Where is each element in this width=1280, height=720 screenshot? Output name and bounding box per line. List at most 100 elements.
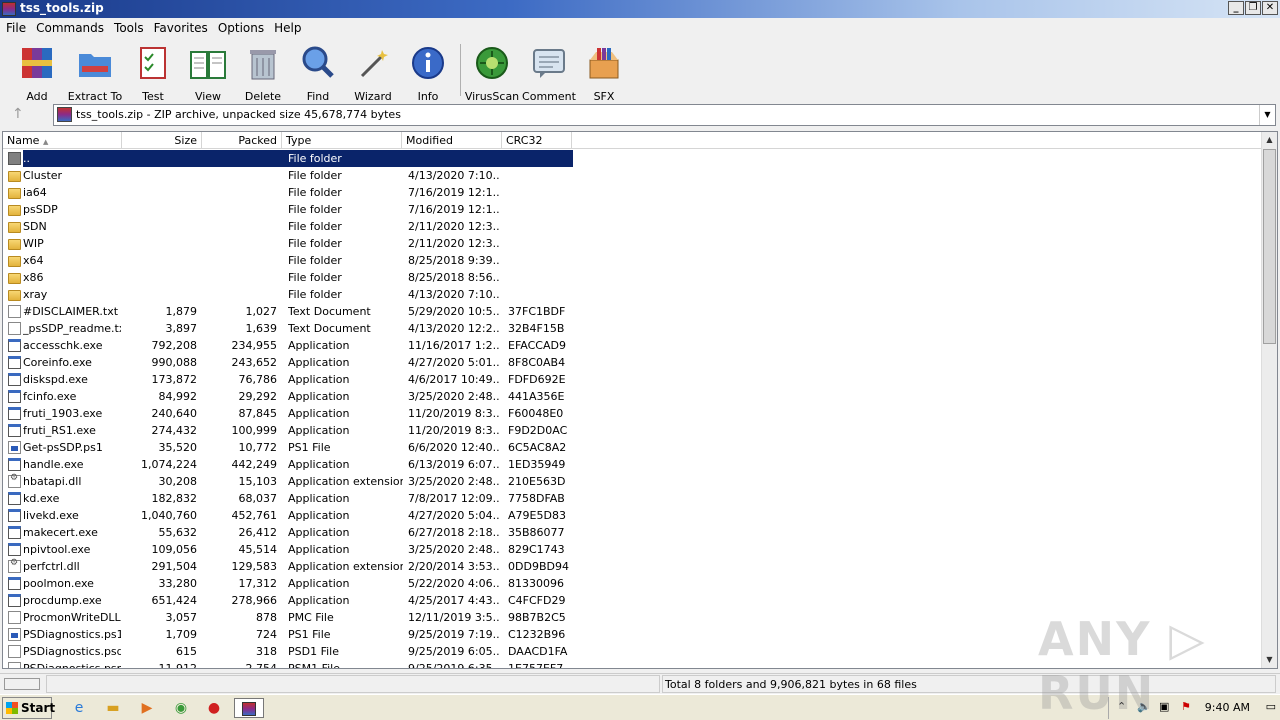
- file-row[interactable]: Get-psSDP.ps1 35,520 10,772 PS1 File 6/6/202…: [3, 439, 1263, 456]
- clock[interactable]: 9:40 AM: [1205, 701, 1250, 714]
- file-row[interactable]: .. File folder: [3, 150, 1263, 167]
- file-row[interactable]: SDN File folder 2/11/2020 12:3...: [3, 218, 1263, 235]
- cell-packed: [203, 286, 277, 303]
- close-button[interactable]: ✕: [1262, 1, 1278, 15]
- cell-packed: 15,103: [238, 475, 278, 488]
- menu-favorites[interactable]: Favorites: [149, 18, 213, 38]
- explorer-folder-icon[interactable]: ▬: [102, 698, 124, 718]
- cell-packed: 442,249: [231, 458, 278, 471]
- column-size[interactable]: Size: [122, 132, 202, 149]
- speaker-icon[interactable]: 🔈: [1137, 700, 1151, 713]
- cell-crc: 1ED35949: [508, 458, 566, 471]
- cell-crc: [508, 201, 572, 218]
- column-packed[interactable]: Packed: [202, 132, 282, 149]
- file-row[interactable]: PSDiagnostics.ps1 1,709 724 PS1 File 9/25/20…: [3, 626, 1263, 643]
- scroll-down-arrow-icon[interactable]: ▼: [1262, 652, 1277, 668]
- up-arrow-icon[interactable]: ↑: [12, 106, 24, 122]
- menu-file[interactable]: File: [0, 18, 31, 38]
- minimize-button[interactable]: _: [1228, 1, 1244, 15]
- column-header: Name ▲ Size Packed Type Modified CRC32: [3, 132, 1263, 149]
- menu-tools[interactable]: Tools: [109, 18, 149, 38]
- column-modified[interactable]: Modified: [402, 132, 502, 149]
- show-desktop-icon[interactable]: ▭: [1266, 700, 1276, 713]
- file-row[interactable]: _psSDP_readme.txt 3,897 1,639 Text Document…: [3, 320, 1263, 337]
- file-row[interactable]: PSDiagnostics.psd1 615 318 PSD1 File 9/25/20…: [3, 643, 1263, 660]
- column-name[interactable]: Name ▲: [3, 132, 122, 149]
- sfx-button[interactable]: SFX: [576, 44, 632, 103]
- vertical-scrollbar[interactable]: ▲ ▼: [1261, 132, 1277, 668]
- file-row[interactable]: x86 File folder 8/25/2018 8:56...: [3, 269, 1263, 286]
- cell-type: Application: [288, 390, 350, 403]
- file-row[interactable]: perfctrl.dll 291,504 129,583 Application ex…: [3, 558, 1263, 575]
- file-row[interactable]: livekd.exe 1,040,760 452,761 Application 4/2…: [3, 507, 1263, 524]
- cell-type: Application: [288, 543, 350, 556]
- cell-type: Text Document: [288, 322, 371, 335]
- menu-options[interactable]: Options: [213, 18, 269, 38]
- ie-icon[interactable]: e: [68, 698, 90, 718]
- comment-button[interactable]: Comment: [521, 44, 577, 103]
- menu-commands[interactable]: Commands: [31, 18, 109, 38]
- wizard-button[interactable]: Wizard: [345, 44, 401, 103]
- file-row[interactable]: psSDP File folder 7/16/2019 12:1...: [3, 201, 1263, 218]
- find-button[interactable]: Find: [290, 44, 346, 103]
- flag-icon[interactable]: ⚑: [1181, 700, 1191, 713]
- info-button[interactable]: Info: [400, 44, 456, 103]
- restore-button[interactable]: ❐: [1245, 1, 1261, 15]
- delete-button[interactable]: Delete: [235, 44, 291, 103]
- file-row[interactable]: ia64 File folder 7/16/2019 12:1...: [3, 184, 1263, 201]
- cell-crc: 441A356E: [508, 390, 565, 403]
- file-row[interactable]: xray File folder 4/13/2020 7:10...: [3, 286, 1263, 303]
- cell-modified: 4/13/2020 12:2...: [408, 322, 500, 335]
- file-row[interactable]: PSDiagnostics.psm1 11,912 2,754 PSM1 File 9/…: [3, 660, 1263, 668]
- file-row[interactable]: Cluster File folder 4/13/2020 7:10...: [3, 167, 1263, 184]
- scroll-thumb[interactable]: [1263, 149, 1276, 344]
- file-row[interactable]: makecert.exe 55,632 26,412 Application 6/27/…: [3, 524, 1263, 541]
- column-type[interactable]: Type: [282, 132, 402, 149]
- file-row[interactable]: kd.exe 182,832 68,037 Application 7/8/2017 1…: [3, 490, 1263, 507]
- file-row[interactable]: #DISCLAIMER.txt 1,879 1,027 Text Document 5/…: [3, 303, 1263, 320]
- menu-help[interactable]: Help: [269, 18, 306, 38]
- file-row[interactable]: ProcmonWriteDLL... 3,057 878 PMC File 12/11/…: [3, 609, 1263, 626]
- file-row[interactable]: fcinfo.exe 84,992 29,292 Application 3/25/20…: [3, 388, 1263, 405]
- cell-packed: 129,583: [231, 560, 278, 573]
- file-row[interactable]: diskspd.exe 173,872 76,786 Application 4/6/2…: [3, 371, 1263, 388]
- tray-expand-icon[interactable]: ⌃: [1117, 700, 1126, 713]
- file-row[interactable]: hbatapi.dll 30,208 15,103 Application exten…: [3, 473, 1263, 490]
- chrome-icon[interactable]: ◉: [170, 698, 192, 718]
- column-crc32[interactable]: CRC32: [502, 132, 572, 149]
- file-row[interactable]: fruti_1903.exe 240,640 87,845 Application 11…: [3, 405, 1263, 422]
- scroll-up-arrow-icon[interactable]: ▲: [1262, 132, 1277, 148]
- file-row[interactable]: handle.exe 1,074,224 442,249 Application 6/1…: [3, 456, 1263, 473]
- address-bar: ↑ tss_tools.zip - ZIP archive, unpacked …: [0, 102, 1280, 126]
- file-row[interactable]: fruti_RS1.exe 274,432 100,999 Application 11…: [3, 422, 1263, 439]
- chevron-down-icon[interactable]: ▼: [1259, 105, 1275, 125]
- winrar-taskbar-button[interactable]: [234, 698, 264, 718]
- path-combobox[interactable]: tss_tools.zip - ZIP archive, unpacked si…: [53, 104, 1276, 126]
- file-row[interactable]: procdump.exe 651,424 278,966 Application 4/2…: [3, 592, 1263, 609]
- virusscan-button[interactable]: VirusScan: [464, 44, 520, 103]
- start-button[interactable]: Start: [2, 697, 55, 719]
- file-row[interactable]: WIP File folder 2/11/2020 12:3...: [3, 235, 1263, 252]
- app-file-icon: [8, 458, 21, 471]
- file-row[interactable]: Coreinfo.exe 990,088 243,652 Application 4/2…: [3, 354, 1263, 371]
- cell-crc: DAACD1FA: [508, 645, 568, 658]
- file-row[interactable]: x64 File folder 8/25/2018 9:39...: [3, 252, 1263, 269]
- view-button[interactable]: View: [180, 44, 236, 103]
- network-icon[interactable]: ▣: [1159, 700, 1169, 713]
- cell-size: 1,074,224: [141, 458, 197, 471]
- cell-packed: 26,412: [238, 526, 278, 539]
- media-player-icon[interactable]: ▶: [136, 698, 158, 718]
- wand-icon: [360, 50, 388, 78]
- opera-icon[interactable]: ●: [203, 698, 225, 718]
- file-row[interactable]: poolmon.exe 33,280 17,312 Application 5/22/2…: [3, 575, 1263, 592]
- extract-to-button[interactable]: Extract To: [67, 44, 123, 103]
- cell-modified: [408, 150, 500, 167]
- file-row[interactable]: npivtool.exe 109,056 45,514 Application 3/25…: [3, 541, 1263, 558]
- cell-name: Cluster: [23, 169, 63, 182]
- add-button[interactable]: Add: [9, 44, 65, 103]
- cell-size: 182,832: [151, 492, 198, 505]
- file-list[interactable]: Name ▲ Size Packed Type Modified CRC32 .…: [2, 131, 1278, 669]
- cell-type: Application extension: [288, 475, 403, 488]
- test-button[interactable]: Test: [125, 44, 181, 103]
- file-row[interactable]: accesschk.exe 792,208 234,955 Application 11…: [3, 337, 1263, 354]
